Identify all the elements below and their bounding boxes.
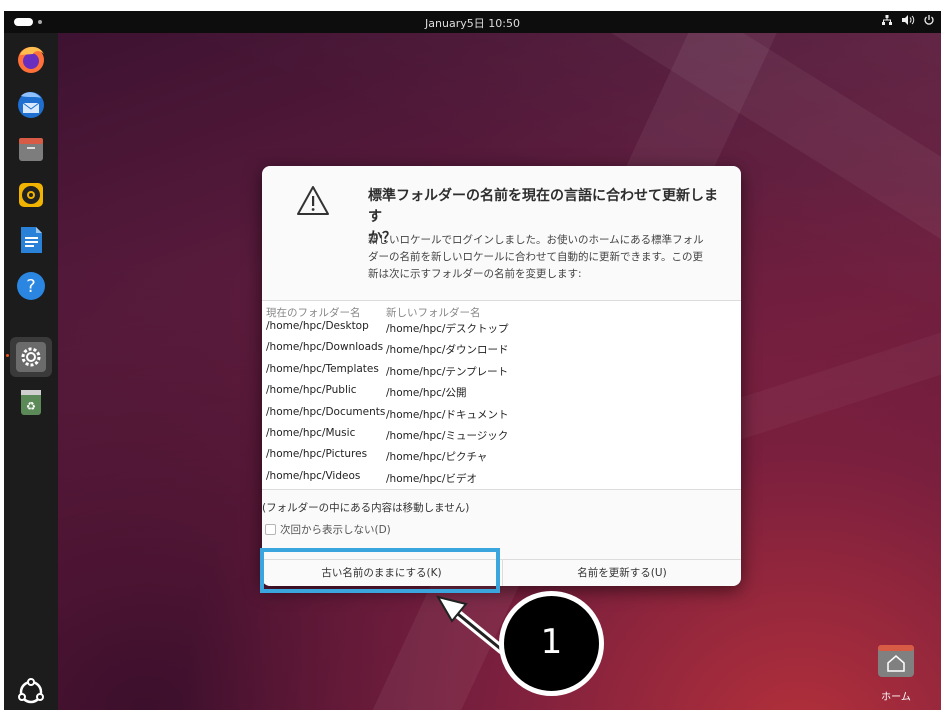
current-folder-name: /home/hpc/Public bbox=[266, 384, 357, 397]
warning-icon bbox=[295, 184, 331, 218]
checkbox-label: 次回から表示しない(D) bbox=[280, 524, 391, 536]
table-row[interactable]: /home/hpc/Desktop/home/hpc/デスクトップ bbox=[262, 318, 741, 339]
help-icon[interactable]: ? bbox=[15, 270, 47, 302]
top-bar: January5日 10:50 bbox=[4, 11, 941, 33]
dont-show-again-checkbox[interactable]: 次回から表示しない(D) bbox=[265, 522, 391, 537]
writer-icon[interactable] bbox=[15, 224, 47, 256]
new-folder-name: /home/hpc/デスクトップ bbox=[386, 323, 509, 335]
update-names-button[interactable]: 名前を更新する(U) bbox=[502, 560, 741, 586]
dock: ? ♻ bbox=[4, 33, 58, 710]
table-row[interactable]: /home/hpc/Templates/home/hpc/テンプレート bbox=[262, 361, 741, 382]
new-folder-name: /home/hpc/ドキュメント bbox=[386, 408, 509, 421]
dialog-message-line: ダーの名前を新しいロケールに合わせて自動的に更新できます。この更 bbox=[368, 251, 703, 263]
volume-icon bbox=[901, 14, 915, 29]
table-row[interactable]: /home/hpc/Videos/home/hpc/ビデオ bbox=[262, 468, 741, 489]
new-folder-name: /home/hpc/テンプレート bbox=[386, 365, 509, 378]
current-folder-name: /home/hpc/Desktop bbox=[266, 320, 369, 332]
current-folder-name: /home/hpc/Pictures bbox=[266, 448, 368, 461]
home-folder-label: ホーム bbox=[881, 692, 911, 703]
folder-rename-dialog: 標準フォルダーの名前を現在の言語に合わせて更新します か？ 新しいロケールでログ… bbox=[262, 166, 741, 586]
table-row[interactable]: /home/hpc/Pictures/home/hpc/ピクチャ bbox=[262, 446, 741, 467]
new-folder-name: /home/hpc/ミュージック bbox=[386, 430, 509, 442]
dialog-message-line: 新しいロケールでログインしました。お使いのホームにある標準フォル bbox=[368, 234, 704, 246]
current-folder-name: /home/hpc/Documents bbox=[266, 405, 386, 418]
running-indicator bbox=[6, 354, 9, 357]
trash-icon[interactable]: ♻ bbox=[15, 386, 47, 418]
table-row[interactable]: /home/hpc/Downloads/home/hpc/ダウンロード bbox=[262, 339, 741, 360]
step-callout: 1 bbox=[499, 591, 604, 696]
table-row[interactable]: /home/hpc/Public/home/hpc/公開 bbox=[262, 382, 741, 403]
network-icon bbox=[881, 14, 893, 29]
show-apps-icon[interactable] bbox=[15, 676, 47, 708]
dialog-message-line: 新は次に示すフォルダーの名前を変更します: bbox=[368, 268, 582, 280]
new-folder-name: /home/hpc/ダウンロード bbox=[386, 344, 509, 357]
highlight-box bbox=[260, 548, 500, 593]
thunderbird-icon[interactable] bbox=[15, 88, 47, 120]
new-folder-name: /home/hpc/ピクチャ bbox=[386, 451, 488, 464]
system-tray[interactable] bbox=[881, 14, 935, 29]
table-row[interactable]: /home/hpc/Documents/home/hpc/ドキュメント bbox=[262, 404, 741, 425]
clock[interactable]: January5日 10:50 bbox=[4, 15, 941, 31]
home-folder-icon[interactable] bbox=[876, 641, 916, 679]
table-row[interactable]: /home/hpc/Music/home/hpc/ミュージック bbox=[262, 425, 741, 446]
svg-text:?: ? bbox=[26, 276, 36, 297]
settings-icon[interactable] bbox=[10, 337, 52, 377]
rhythmbox-icon[interactable] bbox=[15, 179, 47, 211]
current-folder-name: /home/hpc/Templates bbox=[266, 362, 379, 375]
firefox-icon[interactable] bbox=[15, 43, 47, 75]
screen: January5日 10:50 ? ♻ ホーム 標準フォルダーの名前を現在の言語… bbox=[0, 0, 941, 713]
dialog-message: 新しいロケールでログインしました。お使いのホームにある標準フォル ダーの名前を新… bbox=[368, 232, 728, 283]
svg-text:♻: ♻ bbox=[26, 400, 36, 413]
dialog-title-line: 標準フォルダーの名前を現在の言語に合わせて更新します bbox=[368, 188, 718, 225]
folder-table: 現在のフォルダー名 新しいフォルダー名 /home/hpc/Desktop/ho… bbox=[262, 300, 741, 490]
current-folder-name: /home/hpc/Videos bbox=[266, 469, 361, 482]
current-folder-name: /home/hpc/Music bbox=[266, 427, 356, 439]
power-icon bbox=[923, 14, 935, 29]
files-icon[interactable] bbox=[15, 133, 47, 165]
new-folder-name: /home/hpc/ビデオ bbox=[386, 472, 477, 485]
new-folder-name: /home/hpc/公開 bbox=[386, 387, 467, 400]
current-folder-name: /home/hpc/Downloads bbox=[266, 341, 384, 354]
note-text: (フォルダーの中にある内容は移動しません) bbox=[262, 502, 470, 514]
checkbox-box[interactable] bbox=[265, 524, 276, 535]
